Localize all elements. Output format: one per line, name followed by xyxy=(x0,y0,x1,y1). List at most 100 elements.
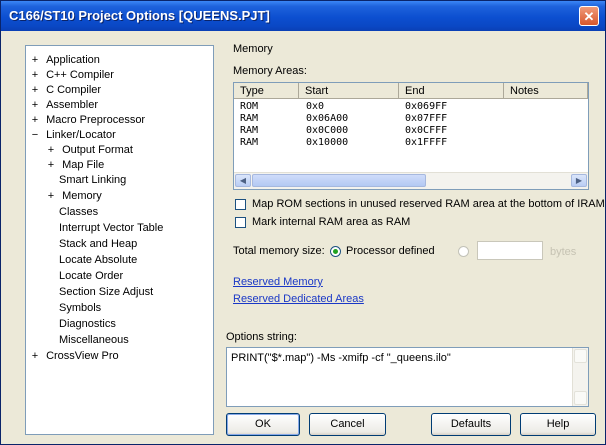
tree-item-label: Classes xyxy=(59,206,99,218)
close-button[interactable]: ✕ xyxy=(579,6,599,26)
cell-type: RAM xyxy=(240,125,259,136)
tree-item-label: Smart Linking xyxy=(59,174,127,186)
tree-item-assembler[interactable]: + Assembler xyxy=(30,97,98,113)
tree-item-stack-and-heap[interactable]: Stack and Heap xyxy=(59,236,137,252)
tree-item-label: Diagnostics xyxy=(59,318,116,330)
cell-start: 0x10000 xyxy=(306,137,349,148)
tree-item-label: Memory xyxy=(62,190,102,202)
tree-item-interrupt-vector-table[interactable]: Interrupt Vector Table xyxy=(59,220,163,236)
tree-item-application[interactable]: + Application xyxy=(30,52,100,68)
tree-item-label: Section Size Adjust xyxy=(59,286,154,298)
tree-item-miscellaneous[interactable]: Miscellaneous xyxy=(59,332,129,348)
reserved-memory-link[interactable]: Reserved Memory xyxy=(233,276,323,288)
tree-item-c-compiler[interactable]: + C Compiler xyxy=(30,82,101,98)
tree-item-crossview-pro[interactable]: + CrossView Pro xyxy=(30,348,119,364)
bytes-label: bytes xyxy=(550,246,577,258)
cell-end: 0x0CFFF xyxy=(405,125,448,136)
tree-item-symbols[interactable]: Symbols xyxy=(59,300,101,316)
ok-button[interactable]: OK xyxy=(226,413,300,436)
map-rom-label: Map ROM sections in unused reserved RAM … xyxy=(252,198,605,210)
expand-icon[interactable]: + xyxy=(46,157,56,173)
column-header-start[interactable]: Start xyxy=(299,83,399,99)
tree-item-label: Assembler xyxy=(46,99,99,111)
tree-item-label: C++ Compiler xyxy=(46,69,114,81)
tree-item-label: Application xyxy=(46,54,100,66)
title-bar[interactable]: C166/ST10 Project Options [QUEENS.PJT] ✕ xyxy=(1,1,605,31)
collapse-icon[interactable]: − xyxy=(30,127,40,143)
cell-type: RAM xyxy=(240,113,259,124)
tree-item-label: Interrupt Vector Table xyxy=(59,222,164,234)
column-header-end[interactable]: End xyxy=(399,83,504,99)
tree-item-linker-locator[interactable]: − Linker/Locator xyxy=(30,127,116,143)
options-string-value: PRINT("$*.map") -Ms -xmifp -cf "_queens.… xyxy=(231,352,451,364)
mark-internal-ram-label: Mark internal RAM area as RAM xyxy=(252,216,411,228)
horizontal-scrollbar[interactable]: ◀ ▶ xyxy=(234,172,588,189)
cell-end: 0x1FFFF xyxy=(405,137,448,148)
scroll-down-icon[interactable] xyxy=(574,391,587,405)
mark-internal-ram-checkbox[interactable] xyxy=(235,217,246,228)
project-options-dialog: C166/ST10 Project Options [QUEENS.PJT] ✕… xyxy=(0,0,606,445)
tree-item-macro-preprocessor[interactable]: + Macro Preprocessor xyxy=(30,112,145,128)
tree-item-cpp-compiler[interactable]: + C++ Compiler xyxy=(30,67,114,83)
tree-item-label: Output Format xyxy=(62,144,133,156)
map-rom-checkbox[interactable] xyxy=(235,199,246,210)
tree-item-label: Linker/Locator xyxy=(46,129,116,141)
total-memory-size-label: Total memory size: xyxy=(233,245,325,257)
tree-item-map-file[interactable]: + Map File xyxy=(46,157,104,173)
column-header-type[interactable]: Type xyxy=(234,83,299,99)
reserved-dedicated-areas-link[interactable]: Reserved Dedicated Areas xyxy=(233,293,364,305)
cell-type: RAM xyxy=(240,137,259,148)
cell-end: 0x069FF xyxy=(405,101,448,112)
tree-item-label: Stack and Heap xyxy=(59,238,138,250)
scroll-right-icon[interactable]: ▶ xyxy=(571,174,587,187)
scroll-up-icon[interactable] xyxy=(574,349,587,363)
processor-defined-label: Processor defined xyxy=(346,245,435,257)
expand-icon[interactable]: + xyxy=(30,348,40,364)
tree-item-label: Locate Absolute xyxy=(59,254,138,266)
tree-item-label: Miscellaneous xyxy=(59,334,129,346)
processor-defined-radio[interactable] xyxy=(330,246,341,257)
tree-item-memory[interactable]: + Memory xyxy=(46,188,102,204)
scroll-thumb[interactable] xyxy=(252,174,426,187)
expand-icon[interactable]: + xyxy=(46,142,56,158)
cancel-button[interactable]: Cancel xyxy=(309,413,386,436)
expand-icon[interactable]: + xyxy=(30,82,40,98)
memory-areas-label: Memory Areas: xyxy=(233,65,307,77)
expand-icon[interactable]: + xyxy=(30,52,40,68)
scroll-left-icon[interactable]: ◀ xyxy=(235,174,251,187)
cell-start: 0x0 xyxy=(306,101,325,112)
tree-item-label: Macro Preprocessor xyxy=(46,114,146,126)
custom-size-radio[interactable] xyxy=(458,246,469,257)
memory-size-input[interactable] xyxy=(477,241,543,260)
tree-item-label: Locate Order xyxy=(59,270,124,282)
tree-item-label: C Compiler xyxy=(46,84,102,96)
tree-item-label: CrossView Pro xyxy=(46,350,119,362)
expand-icon[interactable]: + xyxy=(46,188,56,204)
category-tree[interactable]: + Application + C++ Compiler + C Compile… xyxy=(25,45,214,435)
tree-item-locate-order[interactable]: Locate Order xyxy=(59,268,123,284)
tree-item-diagnostics[interactable]: Diagnostics xyxy=(59,316,116,332)
expand-icon[interactable]: + xyxy=(30,67,40,83)
vertical-scrollbar[interactable] xyxy=(572,348,588,406)
cell-start: 0x06A00 xyxy=(306,113,349,124)
tree-item-section-size-adjust[interactable]: Section Size Adjust xyxy=(59,284,153,300)
close-icon: ✕ xyxy=(583,8,595,24)
memory-group-label: Memory xyxy=(233,43,273,55)
expand-icon[interactable]: + xyxy=(30,112,40,128)
tree-item-label: Symbols xyxy=(59,302,102,314)
tree-item-locate-absolute[interactable]: Locate Absolute xyxy=(59,252,137,268)
help-button[interactable]: Help xyxy=(520,413,596,436)
options-string-field[interactable]: PRINT("$*.map") -Ms -xmifp -cf "_queens.… xyxy=(226,347,589,407)
cell-start: 0x0C000 xyxy=(306,125,349,136)
tree-item-classes[interactable]: Classes xyxy=(59,204,98,220)
tree-item-label: Map File xyxy=(62,159,105,171)
expand-icon[interactable]: + xyxy=(30,97,40,113)
cell-end: 0x07FFF xyxy=(405,113,448,124)
cell-type: ROM xyxy=(240,101,259,112)
tree-item-smart-linking[interactable]: Smart Linking xyxy=(59,172,126,188)
defaults-button[interactable]: Defaults xyxy=(431,413,511,436)
memory-areas-table[interactable]: Type Start End Notes ROM 0x0 0x069FF RAM… xyxy=(233,82,589,190)
window-title: C166/ST10 Project Options [QUEENS.PJT] xyxy=(9,8,270,23)
column-header-notes[interactable]: Notes xyxy=(504,83,588,99)
tree-item-output-format[interactable]: + Output Format xyxy=(46,142,133,158)
